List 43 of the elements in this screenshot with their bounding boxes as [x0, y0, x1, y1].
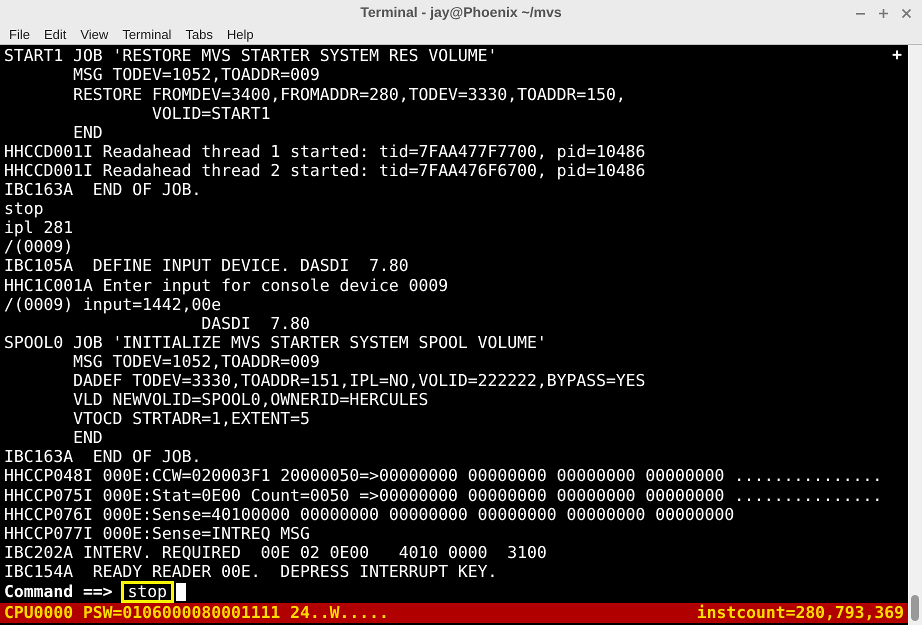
terminal-line: END [72, 122, 103, 142]
terminal-line: HHCCP048I 000E:CCW=020003F1 20000050=>00000000 00000000 00000000 00000000 ............... [4, 466, 882, 486]
terminal-line: HHCCD001I Readahead thread 2 started: tid=7FAA476F6700, pid=10486 [4, 160, 646, 180]
menu-item[interactable]: Tabs [185, 24, 213, 44]
terminal-line: HHCCP076I 000E:Sense=40100000 00000000 00000000 00000000 00000000 00000000 [4, 504, 734, 524]
cursor [176, 583, 186, 601]
new-tab-symbol[interactable]: + [892, 45, 902, 64]
terminal-line: HHCCP075I 000E:Stat=0E00 Count=0050 =>00000000 00000000 00000000 00000000 ............... [4, 486, 882, 505]
terminal-line: VOLID=START1 [151, 104, 270, 123]
command-input[interactable]: stop [120, 581, 174, 603]
terminal-line: VLD NEWVOLID=SPOOL0,OWNERID=HERCULES [72, 390, 428, 410]
terminal-line: HHCCD001I Readahead thread 1 started: tid=7FAA477F7700, pid=10486 [4, 142, 646, 161]
terminal-line: MSG TODEV=1052,TOADDR=009 [72, 65, 320, 85]
terminal-line: RESTORE FROMDEV=3400,FROMADDR=280,TODEV=3330,TOADDR=150, [72, 84, 626, 104]
terminal-line: MSG TODEV=1052,TOADDR=009 [72, 352, 320, 371]
status-right: instcount=280,793,369 [696, 603, 904, 623]
terminal-line: IBC154A READY READER 00E. DEPRESS INTERRUPT KEY. [4, 562, 498, 581]
close-icon[interactable] [901, 8, 912, 19]
menu-item[interactable]: File [9, 24, 30, 44]
terminal-line: ipl 281 [4, 218, 74, 238]
menu-item[interactable]: Help [226, 24, 254, 44]
command-prompt: Command ==> [4, 582, 113, 602]
terminal-line: IBC163A END OF JOB. [4, 447, 202, 466]
terminal-line: DASDI 7.80 [200, 314, 310, 333]
status-left: CPU0000 PSW=0106000080001111 24..W..... [4, 603, 389, 623]
terminal-line: DADEF TODEV=3330,TOADDR=151,IPL=NO,VOLID=222222,BYPASS=YES [72, 370, 646, 390]
terminal-line: IBC163A END OF JOB. [4, 180, 202, 200]
menu-item[interactable]: View [80, 24, 108, 44]
menu-item[interactable]: Edit [44, 24, 66, 44]
terminal-line: /(0009) [4, 237, 74, 256]
window-title: Terminal - jay@Phoenix ~/mvs [360, 2, 562, 22]
maximize-icon[interactable] [878, 8, 889, 19]
terminal-line: stop [4, 199, 44, 218]
terminal-line: END [72, 428, 103, 448]
terminal-line: IBC105A DEFINE INPUT DEVICE. DASDI 7.80 [4, 256, 409, 276]
terminal-line: /(0009) input=1442,00e [4, 294, 222, 314]
menu-item[interactable]: Terminal [122, 24, 172, 44]
terminal-line: HHC1C001A Enter input for console device 0009 [4, 276, 448, 295]
terminal-line: IBC202A INTERV. REQUIRED 00E 02 0E00 4010 0000 3100 [4, 542, 547, 562]
terminal-line: VTOCD STRTADR=1,EXTENT=5 [72, 409, 310, 428]
terminal-line: SPOOL0 JOB 'INITIALIZE MVS STARTER SYSTEM SPOOL VOLUME' [4, 332, 547, 352]
terminal-line: HHCCP077I 000E:Sense=INTREQ MSG [4, 524, 310, 543]
terminal-line: START1 JOB 'RESTORE MVS STARTER SYSTEM RES VOLUME' [4, 46, 498, 66]
